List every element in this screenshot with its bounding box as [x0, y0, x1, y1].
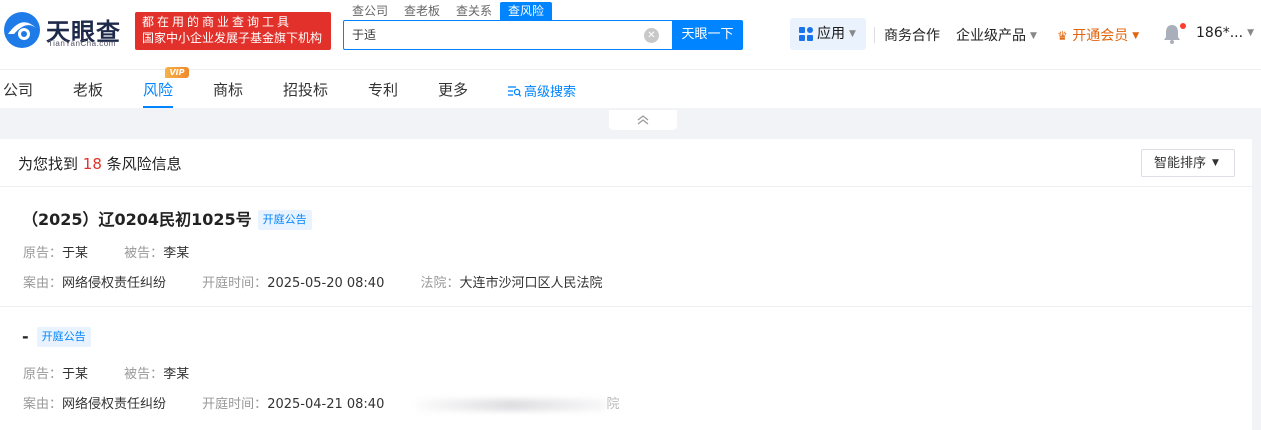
notification-dot — [1180, 23, 1186, 29]
business-link[interactable]: 商务合作 — [884, 25, 940, 45]
list-item: - 开庭公告 原告：于某 被告：李某 案由：网络侵权责任纠纷 开庭时间：2025-… — [0, 307, 1252, 430]
results-card: 为您找到 18 条风险信息 智能排序 ▼ （2025）辽0204民初1025号 开庭… — [0, 139, 1252, 430]
court-value: 大连市沙河口区人民法院 — [459, 276, 603, 291]
time-label: 开庭时间： — [202, 397, 268, 412]
result-suffix: 条风险信息 — [106, 155, 182, 173]
search-tab-company[interactable]: 查公司 — [344, 2, 396, 20]
vip-label: 开通会员 — [1072, 28, 1129, 44]
advanced-search-link[interactable]: 高级搜索 — [508, 81, 576, 100]
case-tag: 开庭公告 — [257, 210, 312, 230]
slogan-banner: 都在用的商业查询工具 国家中小企业发展子基金旗下机构 — [135, 12, 331, 50]
blurred-court — [416, 398, 607, 411]
search-box: ✕ — [343, 20, 673, 50]
chevron-down-icon: ▼ — [1212, 158, 1219, 168]
sub-nav: 公司 老板 风险 商标 招投标 专利 更多 — [0, 70, 1261, 108]
tab-company[interactable]: 公司 — [3, 79, 33, 100]
cause-value: 网络侵权责任纠纷 — [62, 276, 167, 291]
sort-label: 智能排序 — [1154, 156, 1207, 171]
tab-risk[interactable]: 风险 — [143, 79, 173, 100]
case-title-text: （2025）辽0204民初1025号 — [22, 210, 252, 229]
list-item: （2025）辽0204民初1025号 开庭公告 原告：于某 被告：李某 案由：网络… — [0, 187, 1252, 307]
details-row: 案由：网络侵权责任纠纷 开庭时间：2025-05-20 08:40 法院：大连市… — [23, 272, 603, 291]
divider — [874, 27, 875, 43]
user-menu[interactable]: 186*... ▼ — [1196, 25, 1254, 41]
result-prefix: 为您找到 — [18, 155, 79, 173]
defendant-label: 被告： — [124, 246, 164, 261]
advanced-search-label: 高级搜索 — [524, 85, 577, 100]
tab-bidding[interactable]: 招投标 — [283, 79, 328, 100]
cause-label: 案由： — [23, 276, 63, 291]
tab-trademark[interactable]: 商标 — [213, 79, 243, 100]
result-count-number: 18 — [82, 155, 102, 173]
tab-more[interactable]: 更多 — [438, 79, 468, 100]
plaintiff-value: 于某 — [62, 246, 89, 261]
tab-patent[interactable]: 专利 — [368, 79, 398, 100]
search-tab-risk[interactable]: 查风险 — [500, 2, 553, 20]
result-count: 为您找到 18 条风险信息 — [18, 153, 182, 174]
crown-icon: ♛ — [1057, 29, 1068, 43]
bell-icon[interactable] — [1163, 24, 1181, 44]
case-tag: 开庭公告 — [36, 327, 91, 347]
filter-search-icon — [508, 86, 522, 97]
parties-row: 原告：于某 被告：李某 — [23, 242, 189, 261]
apps-label: 应用 — [817, 26, 845, 42]
clear-icon[interactable]: ✕ — [644, 28, 659, 43]
time-label: 开庭时间： — [202, 276, 268, 291]
search-input[interactable] — [352, 21, 632, 49]
plaintiff-value: 于某 — [62, 367, 89, 382]
chevron-down-icon: ▼ — [849, 29, 856, 39]
enterprise-menu[interactable]: 企业级产品 ▼ — [956, 25, 1037, 45]
cause-label: 案由： — [23, 397, 63, 412]
eye-logo-icon — [4, 12, 40, 48]
time-value: 2025-05-20 08:40 — [267, 276, 385, 291]
plaintiff-label: 原告： — [23, 367, 63, 382]
user-label: 186*... — [1196, 25, 1244, 41]
court-label: 法院： — [420, 276, 460, 291]
chevron-down-icon: ▼ — [1132, 31, 1140, 41]
top-header: 天眼查 TianYanCha.com 都在用的商业查询工具 国家中小企业发展子基… — [0, 0, 1261, 70]
case-title[interactable]: - 开庭公告 — [22, 327, 91, 347]
case-title-text: - — [22, 327, 29, 346]
defendant-value: 李某 — [163, 367, 190, 382]
search-button[interactable]: 天眼一下 — [672, 20, 743, 50]
search-tabs: 查公司 查老板 查关系 查风险 — [344, 2, 553, 20]
case-title[interactable]: （2025）辽0204民初1025号 开庭公告 — [22, 206, 312, 230]
collapse-toggle[interactable] — [609, 110, 677, 130]
plaintiff-label: 原告： — [23, 246, 63, 261]
chevron-down-icon: ▼ — [1030, 31, 1037, 41]
defendant-label: 被告： — [124, 367, 164, 382]
defendant-value: 李某 — [163, 246, 190, 261]
logo[interactable]: 天眼查 TianYanCha.com — [2, 10, 130, 50]
court-tail: 院 — [606, 397, 620, 412]
active-tab-underline — [143, 106, 173, 108]
search-tab-boss[interactable]: 查老板 — [396, 2, 448, 20]
chevron-up-double-icon — [637, 115, 649, 125]
slogan-line2: 国家中小企业发展子基金旗下机构 — [142, 31, 323, 45]
results-header: 为您找到 18 条风险信息 智能排序 ▼ — [0, 139, 1252, 187]
slogan-line1: 都在用的商业查询工具 — [142, 15, 293, 29]
sort-dropdown[interactable]: 智能排序 ▼ — [1141, 149, 1235, 177]
apps-button[interactable]: 应用 ▼ — [790, 18, 866, 50]
time-value: 2025-04-21 08:40 — [267, 397, 385, 412]
parties-row: 原告：于某 被告：李某 — [23, 363, 189, 382]
tab-boss[interactable]: 老板 — [73, 79, 103, 100]
cause-value: 网络侵权责任纠纷 — [62, 397, 167, 412]
chevron-down-icon: ▼ — [1247, 28, 1254, 38]
brand-domain: TianYanCha.com — [48, 39, 116, 48]
vip-menu[interactable]: ♛ 开通会员 ▼ — [1057, 25, 1139, 45]
apps-grid-icon — [799, 27, 813, 41]
enterprise-label: 企业级产品 — [956, 28, 1026, 44]
details-row: 案由：网络侵权责任纠纷 开庭时间：2025-04-21 08:40 院 — [23, 393, 620, 412]
search-tab-relation[interactable]: 查关系 — [448, 2, 500, 20]
vip-badge: VIP — [165, 67, 189, 78]
